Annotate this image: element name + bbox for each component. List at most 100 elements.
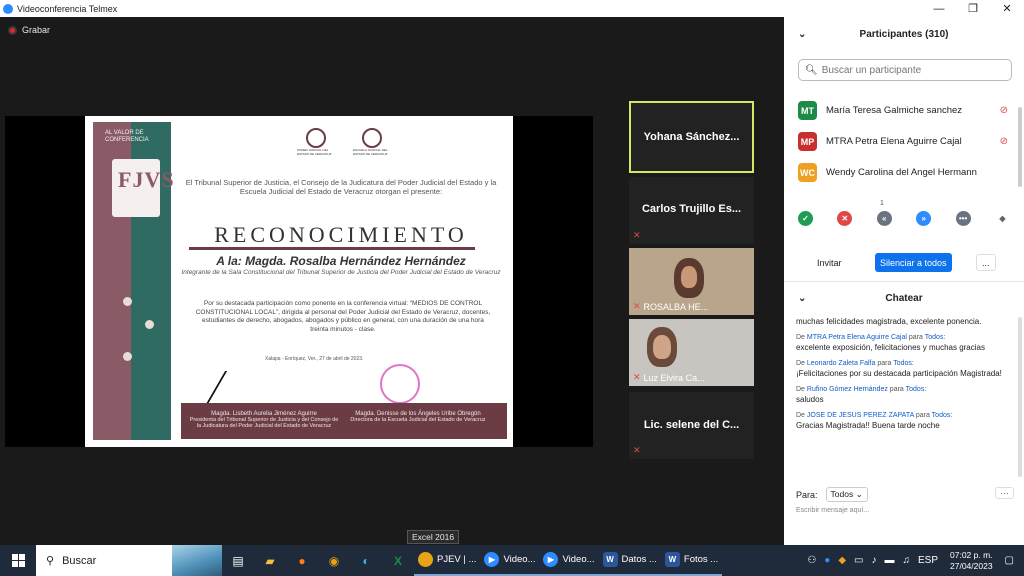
certificate-date: Xalapa - Enríquez, Ver., 27 de abril de …	[265, 356, 364, 362]
taskbar-search-label: Buscar	[62, 554, 97, 567]
avatar: MT	[798, 101, 817, 120]
close-button[interactable]: ✕	[990, 0, 1024, 17]
excel-icon[interactable]: X	[382, 545, 414, 576]
seal-poder-judicial: PODER JUDICIAL DEL ESTADO DE VERACRUZ	[297, 128, 335, 158]
word-icon: W	[664, 552, 680, 567]
certificate-body: Por su destacada participación como pone…	[195, 300, 491, 333]
yes-icon[interactable]: ✓	[798, 211, 813, 226]
monogram-text: FJVS	[118, 167, 175, 192]
firefox-icon[interactable]: ●	[286, 545, 318, 576]
language-indicator[interactable]: ESP	[918, 555, 938, 566]
chat-log: muchas felicidades magistrada, excelente…	[796, 317, 1012, 437]
system-tray: ⚇ ● ◆ ▭ ♪ ▬ ♫ ESP 07:02 p. m. 27/04/2023…	[803, 545, 1024, 576]
signature-stamp	[380, 364, 420, 404]
chat-sender[interactable]: Leonardo Zaleta Falfa	[807, 360, 876, 367]
para-label: para	[915, 412, 930, 419]
battery-icon[interactable]: ▭	[854, 555, 863, 566]
taskbar-app[interactable]: PJEV | ...	[414, 545, 481, 576]
avatar: MP	[798, 132, 817, 151]
edge-icon[interactable]: ◐	[350, 545, 382, 576]
title-bar: Videoconferencia Telmex	[0, 0, 784, 17]
chat-compose-input[interactable]: Escribir mensaje aquí...	[796, 507, 869, 514]
video-icon: ▶	[543, 552, 559, 567]
chat-message: De Rufino Gómez Hernández para Todos: sa…	[796, 385, 1012, 405]
go-slower-icon[interactable]: «	[876, 211, 892, 226]
participants-scrollbar[interactable]	[1018, 107, 1022, 187]
more-options-button[interactable]: ...	[976, 254, 996, 271]
clear-icon[interactable]: ◆	[994, 211, 1010, 226]
no-icon[interactable]: ✕	[837, 211, 853, 226]
record-button[interactable]: Grabar	[8, 25, 50, 35]
participant-item[interactable]: MT María Teresa Galmiche sanchez ⊘	[784, 95, 1018, 126]
video-tile[interactable]: Lic. selene del C... ✕	[629, 392, 754, 459]
certificate-intro: El Tribunal Superior de Justicia, el Con…	[185, 178, 497, 196]
participant-item[interactable]: WC Wendy Carolina del Angel Hermann	[784, 157, 1018, 188]
video-tile[interactable]: Yohana Sánchez...	[629, 101, 754, 173]
network-icon[interactable]: ▬	[884, 555, 894, 566]
search-input[interactable]	[821, 64, 1002, 76]
signer-right-role: Directora de la Escuela Judicial del Est…	[350, 417, 486, 423]
reaction-bar: ✓ ✕ « » ••• ◆	[798, 211, 1010, 226]
participant-name: Wendy Carolina del Angel Hermann	[826, 167, 977, 178]
clock-time: 07:02 p. m.	[950, 549, 993, 560]
taskbar-app[interactable]: ▶ Video...	[480, 545, 540, 576]
chat-recipient: Todos	[905, 386, 925, 393]
chat-recipient: Todos	[931, 412, 951, 419]
taskbar-search[interactable]: ⚲ Buscar	[36, 545, 222, 576]
window-title: Videoconferencia Telmex	[17, 3, 118, 14]
avatar: WC	[798, 163, 817, 182]
volume-icon[interactable]: ♫	[902, 555, 910, 566]
chat-more-button[interactable]: ···	[995, 487, 1014, 499]
mute-all-button[interactable]: Silenciar a todos	[875, 253, 952, 272]
certificate-heading: RECONOCIMIENTO	[214, 222, 468, 247]
file-explorer-icon[interactable]: ▰	[254, 545, 286, 576]
app-tray-icon[interactable]: ◆	[838, 555, 846, 566]
notifications-icon[interactable]: ▢	[1005, 555, 1014, 566]
chat-sender[interactable]: Rufino Gómez Hernández	[807, 386, 888, 393]
video-tile[interactable]: ✕ Luz Elvira Ca...	[629, 319, 754, 386]
band-text: AL VALOR DE CONFERENCIA	[105, 130, 149, 143]
participant-search[interactable]: 🔍︎	[798, 59, 1012, 81]
participant-item[interactable]: MP MTRA Petra Elena Aguirre Cajal ⊘	[784, 126, 1018, 157]
taskbar-app[interactable]: ▶ Video...	[539, 545, 599, 576]
chat-sender[interactable]: MTRA Petra Elena Aguirre Cajal	[807, 334, 907, 341]
taskbar-app[interactable]: W Datos ...	[598, 545, 661, 576]
task-view-icon[interactable]: ▤	[222, 545, 254, 576]
certificate: AL VALOR DE CONFERENCIA FJVS PODER JUDIC…	[85, 116, 513, 447]
more-reactions-icon[interactable]: •••	[955, 211, 971, 226]
chevron-down-icon[interactable]: ⌄	[798, 29, 806, 40]
taskbar-app[interactable]: W Fotos ...	[660, 545, 723, 576]
chat-header: ⌄ Chatear	[784, 283, 1024, 313]
chrome-icon	[418, 552, 433, 567]
taskbar-app-label: Video...	[562, 554, 595, 565]
recipient-select[interactable]: Todos ⌄	[825, 487, 868, 502]
signature-left	[204, 371, 286, 406]
people-icon[interactable]: ⚇	[807, 555, 816, 566]
start-button[interactable]	[0, 545, 36, 576]
video-tile[interactable]: ✕ ROSALBA HE...	[629, 248, 754, 315]
tile-label: ✕ ROSALBA HE...	[633, 301, 708, 312]
chat-scrollbar[interactable]	[1018, 317, 1022, 477]
chat-recipient-row: Para: Todos ⌄	[796, 487, 868, 502]
go-faster-icon[interactable]: »	[916, 211, 932, 226]
signer-left-role: Presidenta del Tribunal Superior de Just…	[189, 417, 339, 429]
restore-button[interactable]: ❐	[956, 0, 990, 17]
microphone-icon[interactable]: ♪	[871, 555, 876, 566]
clock[interactable]: 07:02 p. m. 27/04/2023	[950, 550, 993, 572]
chat-sender[interactable]: JOSE DE JESUS PEREZ ZAPATA	[807, 412, 914, 419]
de-label: De	[796, 360, 805, 367]
chat-text: muchas felicidades magistrada, excelente…	[796, 317, 982, 326]
search-icon: ⚲	[46, 555, 55, 567]
chevron-down-icon[interactable]: ⌄	[798, 293, 806, 304]
invite-button[interactable]: Invitar	[812, 254, 847, 271]
de-label: De	[796, 334, 805, 341]
participant-name: María Teresa Galmiche sanchez	[826, 105, 963, 116]
participant-face	[681, 266, 697, 288]
windows-icon	[11, 554, 25, 567]
video-tray-icon[interactable]: ●	[824, 555, 830, 566]
video-tile[interactable]: Carlos Trujillo Es... ✕	[629, 177, 754, 244]
video-icon: ▶	[484, 552, 500, 567]
chrome-icon[interactable]: ◉	[318, 545, 350, 576]
minimize-button[interactable]: —	[922, 0, 956, 17]
tile-name: Luz Elvira Ca...	[643, 372, 705, 383]
